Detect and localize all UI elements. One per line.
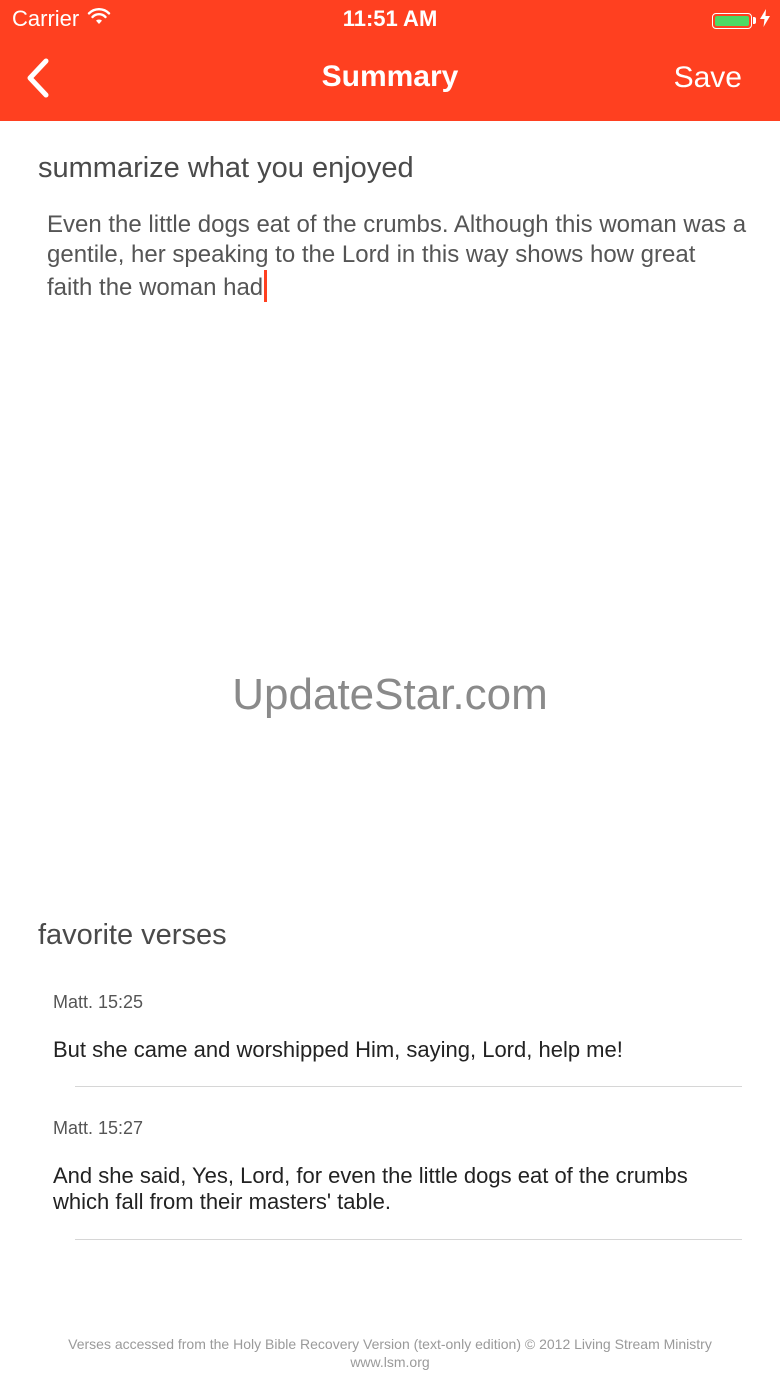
page-title: Summary [321, 60, 459, 93]
verse-text: And she said, Yes, Lord, for even the li… [53, 1163, 688, 1214]
battery-icon [712, 12, 752, 29]
battery-cap [753, 17, 756, 24]
text-caret [264, 270, 268, 302]
watermark: UpdateStar.com [232, 670, 548, 719]
divider [75, 1086, 742, 1087]
verse-reference: Matt. 15:25 [53, 992, 144, 1012]
summary-heading: summarize what you enjoyed [38, 152, 414, 184]
list-item[interactable]: Matt. 15:27 And she said, Yes, Lord, for… [53, 1118, 743, 1215]
divider [75, 1239, 742, 1240]
bolt-icon [760, 9, 770, 32]
header: Carrier 11:51 AM Summary Save [0, 0, 780, 121]
favorite-verses-heading: favorite verses [38, 919, 227, 951]
status-time: 11:51 AM [342, 6, 438, 31]
verse-reference: Matt. 15:27 [53, 1118, 144, 1138]
list-item[interactable]: Matt. 15:25 But she came and worshipped … [53, 992, 743, 1063]
save-button[interactable]: Save [674, 61, 742, 95]
summary-text-area[interactable]: Even the little dogs eat of the crumbs. … [47, 210, 747, 303]
status-bar: Carrier 11:51 AM [0, 0, 780, 40]
summary-text: Even the little dogs eat of the crumbs. … [47, 211, 747, 301]
nav-bar: Summary Save [0, 40, 780, 121]
battery-level [715, 15, 749, 26]
verse-text: But she came and worshipped Him, saying,… [53, 1037, 623, 1062]
footer-attribution: Verses accessed from the Holy Bible Reco… [68, 1336, 712, 1370]
battery-indicator [712, 9, 770, 32]
